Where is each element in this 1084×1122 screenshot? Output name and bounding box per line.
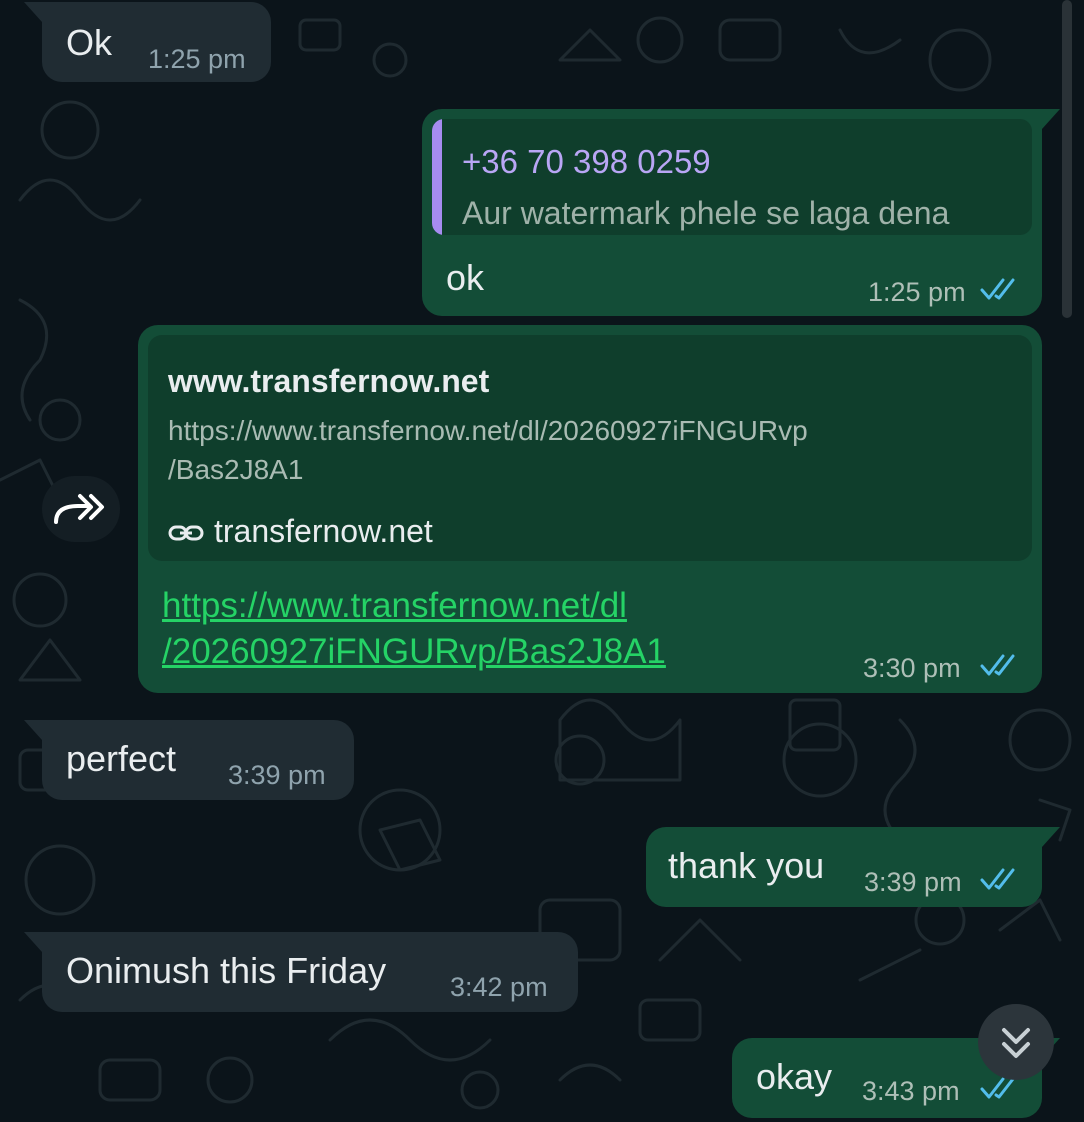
incoming-message[interactable]: perfect 3:39 pm (24, 720, 354, 800)
double-check-icon (980, 654, 1015, 676)
message-time: 1:25 pm (148, 44, 246, 74)
message-text: Onimush this Friday (66, 950, 387, 991)
outgoing-message[interactable]: thank you 3:39 pm (646, 827, 1060, 907)
double-check-icon (980, 278, 1015, 300)
incoming-message[interactable]: Ok 1:25 pm (24, 2, 271, 82)
message-time: 3:39 pm (864, 867, 962, 897)
message-time: 3:30 pm (863, 653, 961, 683)
outgoing-message[interactable]: +36 70 398 0259 Aur watermark phele se l… (422, 109, 1060, 316)
message-time: 3:39 pm (228, 760, 326, 790)
quote-accent-bar (432, 119, 442, 235)
chevron-double-down-icon (1002, 1028, 1030, 1058)
forward-button[interactable] (42, 476, 120, 542)
message-text: okay (756, 1056, 833, 1097)
message-text: Ok (66, 22, 113, 63)
link-preview-title: www.transfernow.net (168, 363, 490, 399)
link-preview-domain: transfernow.net (214, 513, 433, 549)
quoted-sender: +36 70 398 0259 (462, 143, 711, 180)
forward-icon (54, 494, 104, 524)
message-time: 3:43 pm (862, 1076, 960, 1106)
scrollbar-thumb[interactable] (1062, 0, 1072, 318)
message-link[interactable]: /20260927iFNGURvp/Bas2J8A1 (162, 629, 666, 675)
incoming-message[interactable]: Onimush this Friday 3:42 pm (24, 932, 578, 1012)
link-preview-url: /Bas2J8A1 (168, 454, 304, 485)
link-preview-card[interactable]: www.transfernow.net https://www.transfer… (148, 335, 1032, 561)
quoted-text: Aur watermark phele se laga dena (462, 195, 950, 231)
message-link[interactable]: https://www.transfernow.net/dl (162, 583, 627, 629)
double-check-icon (980, 868, 1015, 890)
message-time: 1:25 pm (868, 277, 966, 307)
quoted-message[interactable]: +36 70 398 0259 Aur watermark phele se l… (432, 119, 1032, 235)
message-text: ok (446, 257, 485, 298)
scroll-to-bottom-button[interactable] (978, 1004, 1054, 1080)
message-text: perfect (66, 738, 177, 779)
outgoing-message[interactable]: www.transfernow.net https://www.transfer… (138, 325, 1042, 693)
link-preview-url: https://www.transfernow.net/dl/20260927i… (168, 415, 808, 446)
link-icon (168, 525, 204, 541)
message-time: 3:42 pm (450, 972, 548, 1002)
message-text: thank you (668, 845, 825, 886)
